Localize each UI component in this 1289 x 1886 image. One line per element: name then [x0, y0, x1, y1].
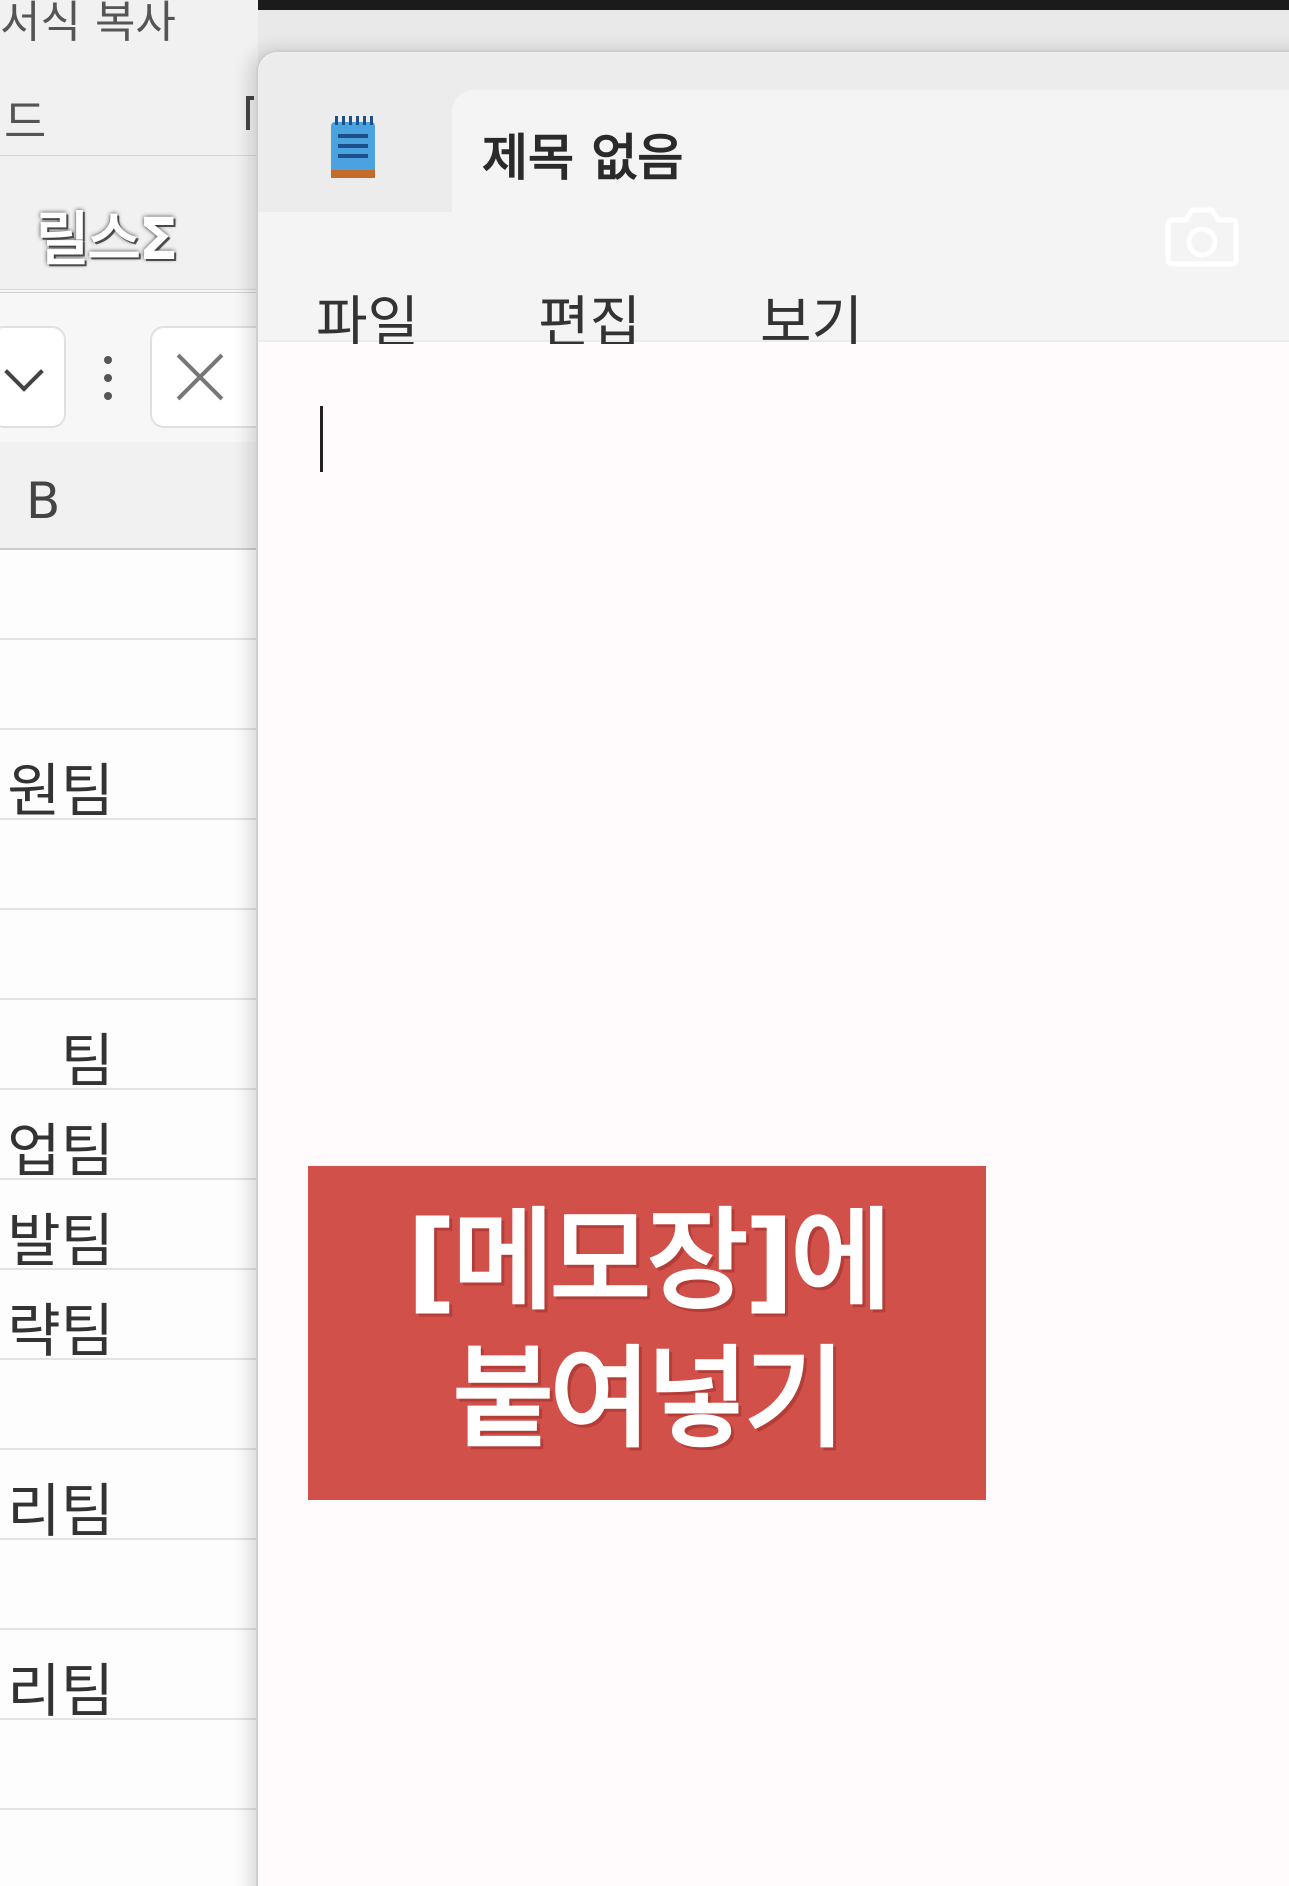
name-box-dropdown[interactable] [0, 326, 66, 428]
table-row[interactable] [0, 640, 258, 730]
formula-bar [0, 322, 270, 432]
cell-grid: 원팀 팀 업팀 발팀 략팀 리팀 리팀 [0, 550, 258, 1886]
table-row[interactable]: 리팀 [0, 1630, 258, 1720]
column-header-b[interactable]: B [0, 442, 258, 550]
ribbon-corner-mark [246, 96, 254, 130]
chevron-down-icon [4, 352, 44, 392]
table-row[interactable]: 략팀 [0, 1270, 258, 1360]
format-painter-label[interactable]: 서식 복사 [0, 0, 258, 56]
title-bar[interactable]: 제목 없음 [258, 52, 1289, 214]
text-editor-area[interactable]: [메모장]에 붙여넣기 [258, 344, 1289, 1886]
notepad-window: 제목 없음 파일 편집 보기 [메모장]에 붙여넣기 [256, 50, 1289, 1886]
ribbon-bottom-divider [0, 292, 258, 293]
table-row[interactable]: 원팀 [0, 730, 258, 820]
menu-bar: 파일 편집 보기 [258, 212, 1289, 356]
table-row[interactable]: 업팀 [0, 1090, 258, 1180]
text-cursor [320, 406, 323, 472]
table-row[interactable] [0, 1810, 258, 1886]
ribbon-group-label: 드 [4, 95, 47, 149]
caption-line-2: 붙여넣기 [452, 1335, 846, 1463]
table-row[interactable]: 팀 [0, 1000, 258, 1090]
table-row[interactable] [0, 1360, 258, 1450]
column-header-label: B [26, 472, 61, 530]
table-row[interactable] [0, 910, 258, 1000]
notepad-icon [331, 116, 375, 178]
more-options-icon[interactable] [104, 356, 114, 400]
autosum-button[interactable]: 릴스Σ [36, 192, 178, 276]
table-row[interactable] [0, 1720, 258, 1810]
table-row[interactable]: 발팀 [0, 1180, 258, 1270]
caption-overlay: [메모장]에 붙여넣기 [308, 1166, 986, 1500]
close-icon [174, 350, 226, 402]
table-row[interactable] [0, 820, 258, 910]
cancel-formula-button[interactable] [150, 326, 270, 428]
spreadsheet-window: 서식 복사 드 릴스Σ B 원팀 팀 업팀 발팀 략팀 리팀 리팀 [0, 0, 270, 1886]
table-row[interactable]: 리팀 [0, 1450, 258, 1540]
caption-line-1: [메모장]에 [406, 1197, 891, 1325]
table-row[interactable] [0, 550, 258, 640]
document-title: 제목 없음 [482, 129, 684, 187]
ribbon-divider [0, 155, 258, 156]
table-row[interactable] [0, 1540, 258, 1630]
spreadsheet-ribbon: 서식 복사 드 릴스Σ [0, 0, 258, 290]
camera-icon[interactable] [1164, 200, 1240, 270]
